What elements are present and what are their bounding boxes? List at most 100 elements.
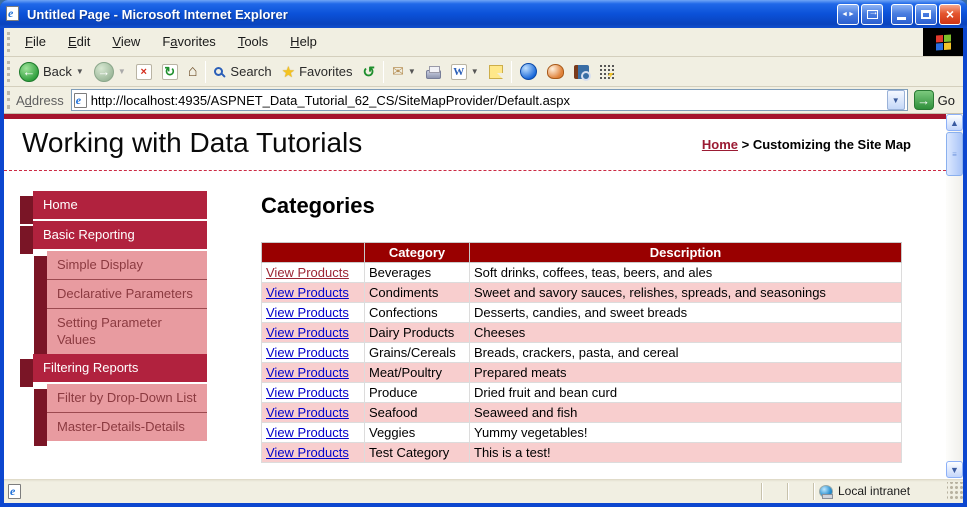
search-button[interactable]: Search	[209, 59, 276, 85]
left-right-arrows-icon: ◄►	[841, 10, 855, 18]
messenger-button[interactable]	[515, 59, 542, 85]
table-row: View Products Meat/Poultry Prepared meats	[261, 362, 902, 383]
view-products-link[interactable]: View Products	[266, 345, 349, 360]
addon-button[interactable]	[542, 59, 569, 85]
breadcrumb-home-link[interactable]: Home	[702, 137, 738, 152]
resize-toggle-button[interactable]: ◄►	[837, 3, 859, 25]
mail-dropdown-icon[interactable]: ▼	[408, 67, 416, 76]
category-cell: Beverages	[364, 262, 470, 283]
sidebar-item-label: Filter by Drop-Down List	[47, 384, 207, 413]
table-body: View Products Beverages Soft drinks, coffe…	[261, 262, 902, 463]
menu-item-file[interactable]: File	[14, 28, 57, 56]
word-icon: W	[450, 63, 467, 80]
table-row: View Products Test Category This is a test…	[261, 442, 902, 463]
research-button[interactable]	[569, 59, 594, 85]
table-row: View Products Seafood Seaweed and fish	[261, 402, 902, 423]
menu-item-tools[interactable]: Tools	[227, 28, 279, 56]
maximize-icon	[921, 9, 931, 19]
home-button[interactable]: ⌂	[183, 59, 203, 85]
description-cell: Sweet and savory sauces, relishes, sprea…	[469, 282, 902, 303]
stop-icon: ×	[135, 63, 152, 80]
standard-toolbar: ← Back ▼ → ▼ × ↻ ⌂ Search ★ Favorites ↺ …	[4, 57, 963, 87]
address-url[interactable]: http://localhost:4935/ASPNET_Data_Tutori…	[91, 93, 883, 108]
edit-with-word-button[interactable]: W ▼	[446, 59, 484, 85]
back-dropdown-icon[interactable]: ▼	[76, 67, 84, 76]
description-cell: Breads, crackers, pasta, and cereal	[469, 342, 902, 363]
stop-button[interactable]: ×	[131, 59, 157, 85]
scroll-down-button[interactable]: ▼	[946, 461, 963, 478]
description-cell: This is a test!	[469, 442, 902, 463]
detach-button[interactable]	[861, 3, 883, 25]
vertical-scrollbar[interactable]: ▲ ≡ ▼	[946, 114, 963, 478]
maximize-button[interactable]	[915, 3, 937, 25]
refresh-button[interactable]: ↻	[157, 59, 183, 85]
view-products-link[interactable]: View Products	[266, 265, 349, 280]
view-products-link[interactable]: View Products	[266, 405, 349, 420]
menu-drag-handle[interactable]	[7, 32, 10, 52]
favorites-button[interactable]: ★ Favorites	[277, 59, 358, 85]
back-label: Back	[43, 64, 72, 79]
view-products-link[interactable]: View Products	[266, 385, 349, 400]
go-button[interactable]: → Go	[908, 90, 963, 110]
status-bar: Local intranet	[4, 478, 963, 503]
minimize-button[interactable]	[891, 3, 913, 25]
view-products-link[interactable]: View Products	[266, 325, 349, 340]
description-cell: Seaweed and fish	[469, 402, 902, 423]
category-cell: Grains/Cereals	[364, 342, 470, 363]
menu-item-view[interactable]: View	[101, 28, 151, 56]
category-cell: Condiments	[364, 282, 470, 303]
sidebar-item-label: Setting Parameter Values	[47, 309, 207, 354]
resize-grip[interactable]	[947, 481, 963, 501]
description-cell: Dried fruit and bean curd	[469, 382, 902, 403]
address-label: Address	[16, 92, 64, 108]
window-title: Untitled Page - Microsoft Internet Explo…	[27, 6, 288, 22]
menu-item-favorites[interactable]: Favorites	[151, 28, 226, 56]
view-products-link[interactable]: View Products	[266, 305, 349, 320]
grid-tool-icon	[598, 63, 615, 80]
discuss-button[interactable]	[484, 59, 508, 85]
view-products-link[interactable]: View Products	[266, 365, 349, 380]
sidebar-item[interactable]: Declarative Parameters	[34, 280, 207, 314]
back-button[interactable]: ← Back ▼	[14, 59, 89, 85]
menu-bar-items: File Edit View Favorites Tools Help	[14, 28, 923, 56]
breadcrumb: Home > Customizing the Site Map	[702, 137, 911, 152]
address-bar: Address http://localhost:4935/ASPNET_Dat…	[4, 87, 963, 114]
history-button[interactable]: ↺	[358, 59, 381, 85]
toolbar-drag-handle[interactable]	[7, 61, 10, 82]
sidebar-item-label: Filtering Reports	[33, 354, 207, 382]
mail-button[interactable]: ✉ ▼	[387, 59, 421, 85]
description-cell: Soft drinks, coffees, teas, beers, and a…	[469, 262, 902, 283]
sidebar-item-label: Home	[33, 191, 207, 219]
sidebar-nav: Home Basic Reporting Simple Display Declara…	[20, 191, 207, 446]
table-row: View Products Dairy Products Cheeses	[261, 322, 902, 343]
sidebar-item[interactable]: Home	[20, 191, 207, 224]
address-drag-handle[interactable]	[7, 90, 10, 110]
scroll-up-button[interactable]: ▲	[946, 114, 963, 131]
sidebar-item[interactable]: Master-Details-Details	[34, 413, 207, 446]
address-dropdown-button[interactable]: ▼	[886, 90, 905, 110]
sidebar-item[interactable]: Filtering Reports	[20, 354, 207, 387]
category-cell: Seafood	[364, 402, 470, 423]
view-products-link[interactable]: View Products	[266, 445, 349, 460]
dev-grid-button[interactable]	[594, 59, 620, 85]
fox-icon	[546, 64, 564, 79]
menu-item-edit[interactable]: Edit	[57, 28, 101, 56]
description-cell: Cheeses	[469, 322, 902, 343]
forward-button[interactable]: → ▼	[89, 59, 131, 85]
sidebar-item[interactable]: Filter by Drop-Down List	[34, 384, 207, 418]
view-products-link[interactable]: View Products	[266, 425, 349, 440]
close-button[interactable]: ×	[939, 3, 961, 25]
address-input[interactable]: http://localhost:4935/ASPNET_Data_Tutori…	[70, 89, 908, 111]
sidebar-item[interactable]: Setting Parameter Values	[34, 309, 207, 359]
scrollbar-thumb[interactable]: ≡	[946, 132, 963, 176]
category-cell: Confections	[364, 302, 470, 323]
edit-dropdown-icon[interactable]: ▼	[471, 67, 479, 76]
sidebar-item[interactable]: Simple Display	[34, 251, 207, 285]
browser-window: Untitled Page - Microsoft Internet Explo…	[0, 0, 967, 507]
sidebar-item[interactable]: Basic Reporting	[20, 221, 207, 254]
print-button[interactable]	[421, 59, 446, 85]
table-row: View Products Grains/Cereals Breads, crack…	[261, 342, 902, 363]
view-products-link[interactable]: View Products	[266, 285, 349, 300]
sidebar-item-label: Basic Reporting	[33, 221, 207, 249]
menu-item-help[interactable]: Help	[279, 28, 328, 56]
